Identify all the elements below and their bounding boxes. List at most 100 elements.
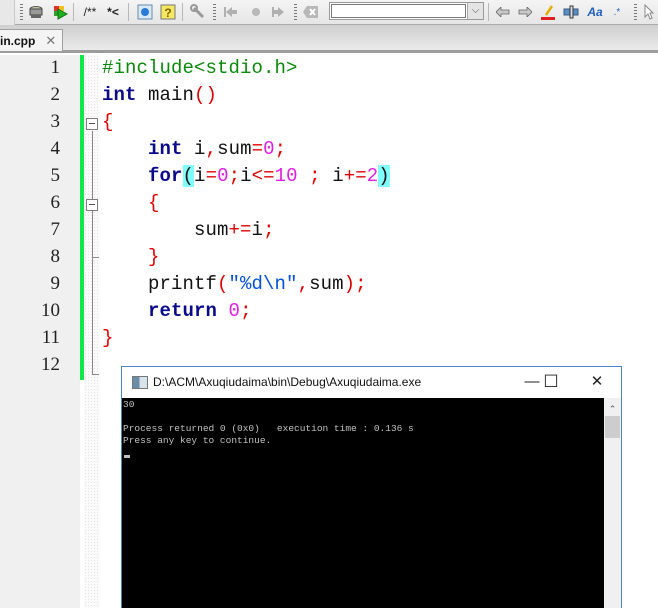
line-number: 4 bbox=[50, 138, 61, 159]
code-token: 0 bbox=[263, 138, 275, 160]
code-token: i bbox=[240, 165, 252, 187]
maximize-button[interactable]: ☐ bbox=[539, 371, 563, 393]
code-line[interactable]: printf("%d\n",sum); bbox=[102, 273, 367, 295]
tab-bar: in.cpp ✕ bbox=[0, 25, 658, 53]
code-token: ; bbox=[228, 165, 241, 187]
doxyblocks-icon[interactable] bbox=[135, 3, 155, 21]
bookmark-dot-icon[interactable] bbox=[246, 3, 266, 21]
fold-line bbox=[92, 131, 93, 374]
code-token: return bbox=[148, 300, 218, 322]
search-input[interactable] bbox=[331, 4, 466, 18]
regex-icon[interactable]: .* bbox=[609, 3, 625, 21]
code-line[interactable]: sum+=i; bbox=[102, 219, 275, 241]
fold-collapse-icon[interactable] bbox=[86, 199, 98, 211]
code-token: int bbox=[102, 84, 137, 106]
nav-back-icon[interactable] bbox=[494, 3, 512, 21]
help-icon[interactable]: ? bbox=[158, 3, 178, 21]
code-line[interactable]: { bbox=[102, 192, 160, 214]
code-token: } bbox=[102, 327, 114, 349]
code-line[interactable]: } bbox=[102, 327, 114, 349]
comment-line-button[interactable]: *< bbox=[102, 3, 124, 21]
pointer-icon[interactable] bbox=[641, 3, 657, 21]
scroll-up-icon[interactable]: ⌃ bbox=[604, 404, 621, 414]
console-line: Press any key to continue. bbox=[123, 435, 272, 446]
clear-icon[interactable] bbox=[301, 3, 321, 21]
code-line[interactable]: int main() bbox=[102, 84, 217, 106]
toolbar-grip[interactable] bbox=[20, 4, 23, 20]
fold-end-tick bbox=[92, 374, 99, 375]
search-combo[interactable]: ⌵ bbox=[329, 2, 484, 20]
code-token: 0 bbox=[228, 300, 241, 322]
code-token: sum bbox=[102, 219, 229, 241]
line-number: 6 bbox=[50, 192, 61, 213]
line-number: 2 bbox=[50, 84, 61, 105]
tab-main-cpp[interactable]: in.cpp ✕ bbox=[0, 29, 63, 51]
console-title-bar[interactable]: D:\ACM\Axuqiudaima\bin\Debug\Axuqiudaima… bbox=[122, 367, 621, 398]
code-token: main bbox=[136, 84, 195, 106]
code-token: i bbox=[182, 138, 206, 160]
code-line[interactable]: return 0; bbox=[102, 300, 252, 322]
code-token: ; bbox=[355, 273, 367, 295]
code-token: , bbox=[297, 273, 310, 295]
code-token: 2 bbox=[366, 165, 379, 187]
toolbar-separator bbox=[488, 3, 489, 21]
code-token: #include<stdio.h> bbox=[102, 57, 298, 79]
jump-forward-icon[interactable] bbox=[268, 3, 288, 21]
fold-end-tick bbox=[92, 257, 99, 258]
code-line[interactable]: int i,sum=0; bbox=[102, 138, 286, 160]
toolbar-separator bbox=[182, 3, 183, 21]
run-icon[interactable] bbox=[50, 3, 70, 21]
close-button[interactable]: ✕ bbox=[585, 371, 609, 393]
code-token: ) bbox=[378, 165, 390, 187]
code-token: 10 bbox=[274, 165, 298, 187]
close-icon[interactable]: ✕ bbox=[45, 33, 56, 49]
chevron-down-icon[interactable]: ⌵ bbox=[467, 3, 483, 19]
console-output[interactable]: 30 Process returned 0 (0x0) execution ti… bbox=[122, 398, 604, 608]
line-number: 3 bbox=[50, 111, 61, 132]
match-case-icon[interactable]: Aa bbox=[585, 3, 605, 21]
scroll-thumb[interactable] bbox=[605, 416, 620, 438]
text-cursor bbox=[124, 455, 130, 458]
jump-back-icon[interactable] bbox=[220, 3, 240, 21]
code-token: { bbox=[102, 111, 114, 133]
settings-wrench-icon[interactable] bbox=[188, 3, 208, 21]
code-token: , bbox=[205, 138, 218, 160]
code-token: () bbox=[194, 84, 218, 106]
code-token: += bbox=[343, 165, 367, 187]
console-app-icon bbox=[132, 376, 148, 389]
code-token: "%d\n" bbox=[228, 273, 298, 295]
code-token: ; bbox=[309, 165, 321, 187]
code-token: int bbox=[148, 138, 183, 160]
code-token: = bbox=[251, 138, 264, 160]
highlight-icon[interactable] bbox=[539, 3, 557, 21]
selection-icon[interactable] bbox=[562, 3, 580, 21]
code-line[interactable]: { bbox=[102, 111, 114, 133]
code-line[interactable]: for(i=0;i<=10 ; i+=2) bbox=[102, 165, 390, 187]
toolbar-grip[interactable] bbox=[213, 4, 216, 20]
code-token: { bbox=[148, 192, 160, 214]
code-token: <= bbox=[251, 165, 275, 187]
code-token: printf bbox=[102, 273, 218, 295]
code-token: ) bbox=[343, 273, 356, 295]
fold-collapse-icon[interactable] bbox=[86, 118, 98, 130]
code-line[interactable]: } bbox=[102, 246, 160, 268]
toolbar-grip[interactable] bbox=[634, 4, 637, 20]
code-token: i bbox=[251, 219, 264, 241]
comment-block-button[interactable]: /** bbox=[80, 3, 100, 21]
console-window[interactable]: D:\ACM\Axuqiudaima\bin\Debug\Axuqiudaima… bbox=[121, 366, 622, 608]
build-icon[interactable] bbox=[26, 3, 46, 21]
code-token: ; bbox=[263, 219, 275, 241]
code-token: += bbox=[228, 219, 252, 241]
code-line[interactable]: #include<stdio.h> bbox=[102, 57, 298, 79]
nav-forward-icon[interactable] bbox=[516, 3, 534, 21]
line-number: 10 bbox=[41, 300, 60, 321]
code-token: i bbox=[320, 165, 344, 187]
console-scrollbar[interactable]: ⌃ bbox=[604, 398, 621, 608]
code-token: ; bbox=[240, 300, 252, 322]
toolbar-grip[interactable] bbox=[294, 4, 297, 20]
